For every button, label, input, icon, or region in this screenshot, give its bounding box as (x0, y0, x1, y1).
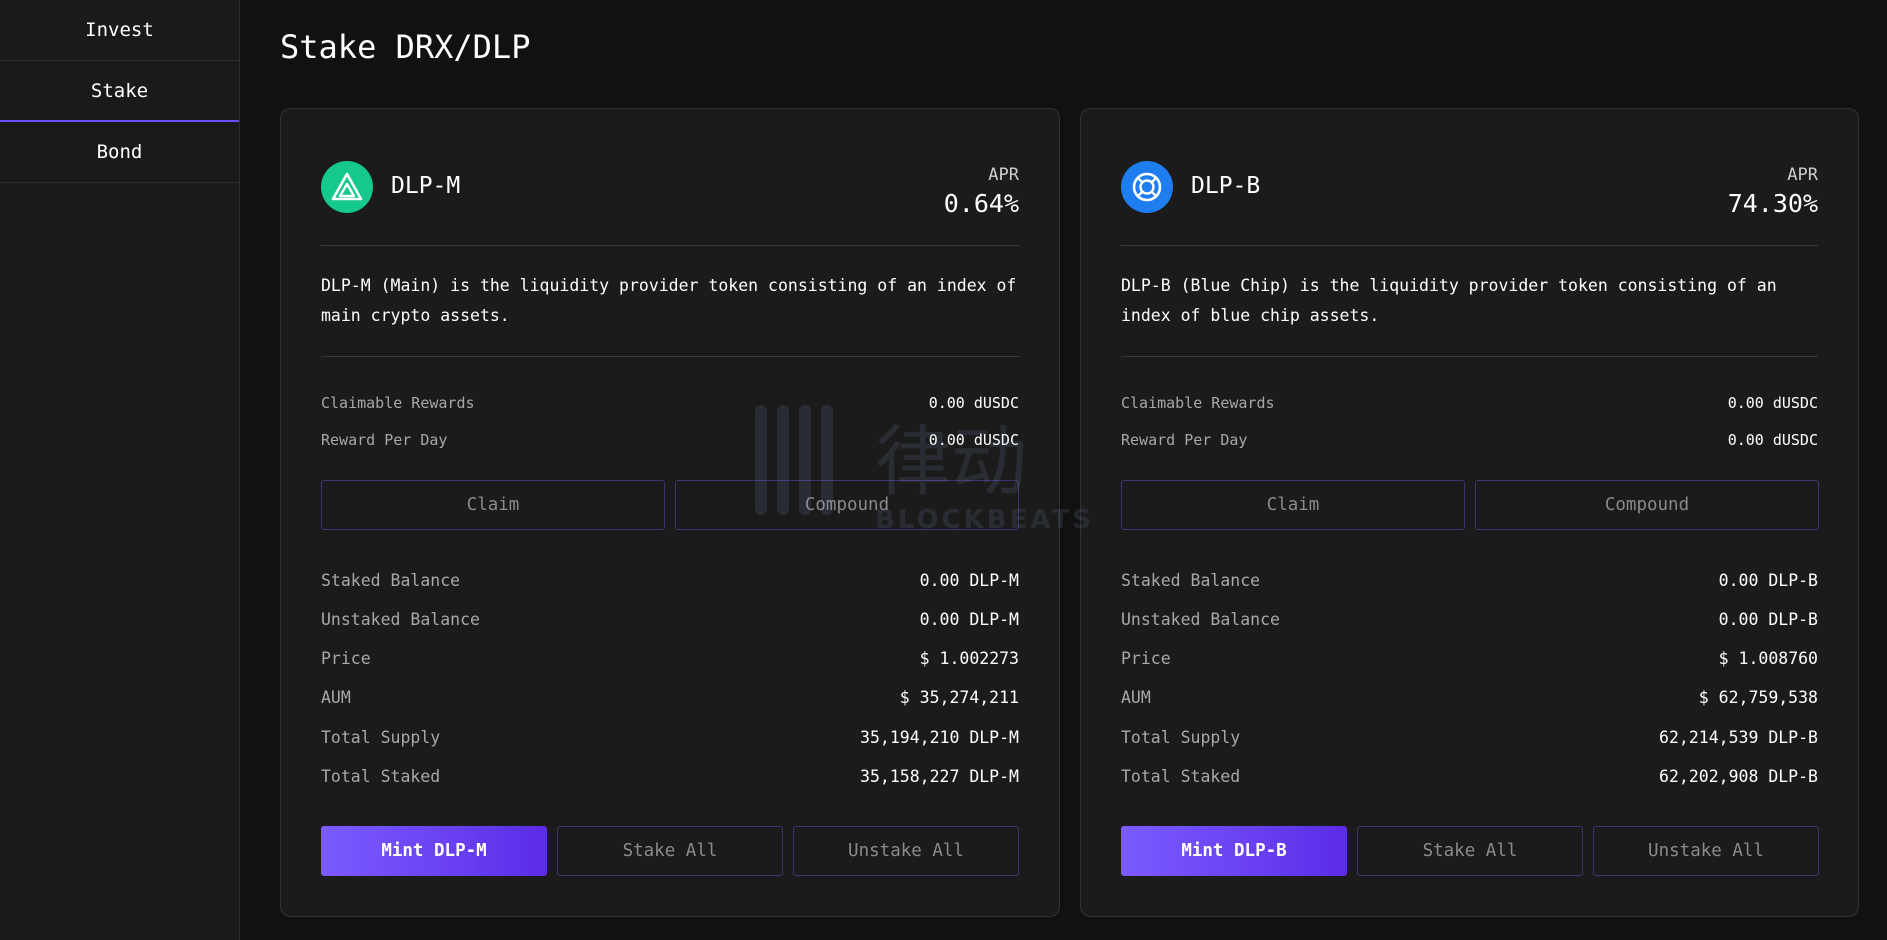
row-value: 0.00 dUSDC (928, 394, 1019, 412)
row-value: 62,214,539 DLP-B (1659, 727, 1818, 747)
reward-per-day-row: Reward Per Day 0.00 dUSDC (1121, 429, 1818, 451)
claim-button[interactable]: Claim (1121, 480, 1465, 530)
mint-button[interactable]: Mint DLP-M (321, 826, 547, 876)
token-description: DLP-B (Blue Chip) is the liquidity provi… (1121, 276, 1777, 325)
apr-label: APR (988, 165, 1019, 185)
row-label: Claimable Rewards (321, 394, 475, 412)
row-value: 0.00 dUSDC (928, 431, 1019, 449)
row-label: Staked Balance (321, 570, 461, 590)
row-label: Reward Per Day (321, 431, 448, 449)
stat-row: Total Staked 62,202,908 DLP-B (1121, 765, 1818, 787)
divider (1121, 245, 1818, 246)
token-name: DLP-M (391, 173, 461, 199)
stat-row: Staked Balance 0.00 DLP-M (321, 569, 1019, 591)
main-content: Stake DRX/DLP DLP-M APR 0.64% DLP-M (Mai… (240, 0, 1887, 940)
claimable-rewards-row: Claimable Rewards 0.00 dUSDC (1121, 392, 1818, 414)
row-label: AUM (321, 687, 351, 707)
row-label: Total Supply (1121, 727, 1241, 747)
unstake-all-button[interactable]: Unstake All (1593, 826, 1819, 876)
row-value: 0.00 DLP-B (1718, 609, 1818, 629)
apr-value: 74.30% (1727, 189, 1818, 218)
apr-label: APR (1787, 165, 1818, 185)
sidebar-item-bond[interactable]: Bond (0, 122, 239, 183)
stat-row: Staked Balance 0.00 DLP-B (1121, 569, 1818, 591)
token-description: DLP-M (Main) is the liquidity provider t… (321, 276, 1017, 325)
row-value: 35,194,210 DLP-M (860, 727, 1019, 747)
row-label: Total Supply (321, 727, 441, 747)
token-name: DLP-B (1191, 173, 1261, 199)
token-card-dlp-b: DLP-B APR 74.30% DLP-B (Blue Chip) is th… (1080, 108, 1859, 917)
row-value: $ 62,759,538 (1698, 687, 1818, 707)
stat-row: Price $ 1.002273 (321, 647, 1019, 669)
divider (321, 356, 1019, 357)
compound-button[interactable]: Compound (1475, 480, 1819, 530)
row-label: Total Staked (321, 766, 441, 786)
mint-button[interactable]: Mint DLP-B (1121, 826, 1347, 876)
divider (1121, 356, 1818, 357)
row-label: Claimable Rewards (1121, 394, 1275, 412)
stat-row: Total Supply 62,214,539 DLP-B (1121, 726, 1818, 748)
divider (321, 245, 1019, 246)
sidebar-item-stake[interactable]: Stake (0, 61, 239, 122)
apr-value: 0.64% (943, 189, 1019, 218)
stat-row: Price $ 1.008760 (1121, 647, 1818, 669)
row-value: $ 35,274,211 (899, 687, 1019, 707)
row-label: Total Staked (1121, 766, 1241, 786)
stake-all-button[interactable]: Stake All (557, 826, 783, 876)
stat-row: Total Staked 35,158,227 DLP-M (321, 765, 1019, 787)
sidebar: Invest Stake Bond (0, 0, 240, 940)
row-value: 0.00 DLP-B (1718, 570, 1818, 590)
row-label: Reward Per Day (1121, 431, 1248, 449)
row-label: AUM (1121, 687, 1151, 707)
row-value: $ 1.008760 (1718, 648, 1818, 668)
row-value: 0.00 DLP-M (919, 570, 1019, 590)
stake-all-button[interactable]: Stake All (1357, 826, 1583, 876)
row-value: 62,202,908 DLP-B (1659, 766, 1818, 786)
row-value: 0.00 DLP-M (919, 609, 1019, 629)
sidebar-item-invest[interactable]: Invest (0, 0, 239, 61)
token-card-dlp-m: DLP-M APR 0.64% DLP-M (Main) is the liqu… (280, 108, 1060, 917)
row-value: 0.00 dUSDC (1727, 431, 1818, 449)
lifebuoy-icon (1121, 161, 1173, 213)
row-label: Unstaked Balance (1121, 609, 1280, 629)
page-title: Stake DRX/DLP (280, 28, 531, 66)
stat-row: AUM $ 35,274,211 (321, 686, 1019, 708)
claim-button[interactable]: Claim (321, 480, 665, 530)
reward-per-day-row: Reward Per Day 0.00 dUSDC (321, 429, 1019, 451)
card-header: DLP-M APR 0.64% (321, 159, 1019, 218)
card-header: DLP-B APR 74.30% (1121, 159, 1818, 218)
row-value: 35,158,227 DLP-M (860, 766, 1019, 786)
stat-row: Total Supply 35,194,210 DLP-M (321, 726, 1019, 748)
stat-row: Unstaked Balance 0.00 DLP-B (1121, 608, 1818, 630)
row-value: $ 1.002273 (919, 648, 1019, 668)
row-value: 0.00 dUSDC (1727, 394, 1818, 412)
row-label: Price (321, 648, 371, 668)
row-label: Staked Balance (1121, 570, 1261, 590)
unstake-all-button[interactable]: Unstake All (793, 826, 1019, 876)
compound-button[interactable]: Compound (675, 480, 1019, 530)
claimable-rewards-row: Claimable Rewards 0.00 dUSDC (321, 392, 1019, 414)
stat-row: AUM $ 62,759,538 (1121, 686, 1818, 708)
triangle-icon (321, 161, 373, 213)
row-label: Price (1121, 648, 1171, 668)
stat-row: Unstaked Balance 0.00 DLP-M (321, 608, 1019, 630)
row-label: Unstaked Balance (321, 609, 480, 629)
